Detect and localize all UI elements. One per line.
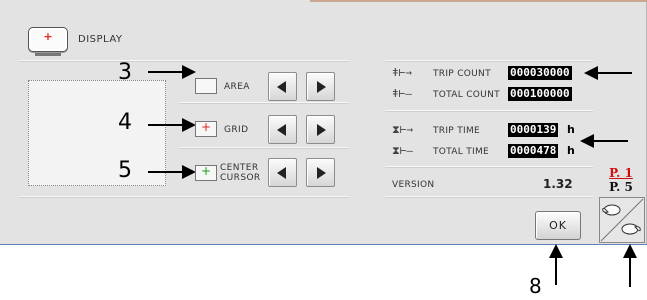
area-next-button[interactable] [306,72,335,101]
total-count-value: 000100000 [508,87,572,101]
callout-3: 3 [118,60,132,85]
callout-arrow [148,124,184,126]
center-cursor-swatch: + [195,164,217,181]
divider [385,196,593,198]
divider [385,166,593,168]
area-label: AREA [224,82,250,92]
divider [20,60,348,62]
divider [180,102,348,104]
total-time-value: 0000478 [508,144,559,158]
plus-icon: + [200,120,212,134]
total-time-unit: h [567,144,575,157]
grid-swatch: + [195,120,217,137]
total-time-label: TOTAL TIME [433,147,490,157]
page-title: DISPLAY [78,34,123,45]
callout-arrow [629,255,631,287]
grid-next-button[interactable] [306,115,335,144]
settings-screen: + DISPLAY 3 AREA 4 + GRID 5 + CENTER CUR… [0,0,647,245]
ok-button[interactable]: OK [535,211,581,240]
area-prev-button[interactable] [268,72,297,101]
callout-arrow [592,140,628,142]
hand-pointer-icon [599,197,645,243]
needle-total-icon: ǂ⊢— [392,87,412,100]
triangle-right-icon [317,81,326,93]
divider [180,147,348,149]
triangle-right-icon [317,124,326,136]
callout-arrow [148,171,184,173]
total-count-label: TOTAL COUNT [433,90,500,100]
needle-trip-icon: ǂ⊢→ [392,66,412,79]
callout-8: 8 [529,274,542,298]
grid-prev-button[interactable] [268,115,297,144]
grid-label: GRID [224,125,249,135]
trip-count-label: TRIP COUNT [433,69,491,79]
embroidery-frame-icon: + [28,27,68,56]
page-current: P. 1 [609,166,633,180]
trip-time-value: 0000139 [508,123,559,137]
plus-icon: + [200,164,212,178]
callout-5: 5 [118,158,132,183]
divider [385,110,593,112]
callout-arrow [555,255,557,285]
trip-time-unit: h [567,123,575,136]
hourglass-total-icon: ⧗⊢— [392,144,413,157]
area-swatch [195,78,217,94]
callout-arrow [596,72,632,74]
display-preview [28,80,166,186]
center-cursor-label: CENTER CURSOR [220,163,261,183]
callout-4: 4 [118,110,132,135]
triangle-left-icon [277,124,286,136]
divider [385,60,593,62]
callout-arrow [148,71,184,73]
version-value: 1.32 [543,177,573,191]
top-border [310,0,647,2]
triangle-left-icon [277,81,286,93]
divider [20,196,348,198]
center-cursor-prev-button[interactable] [268,158,297,187]
triangle-left-icon [277,167,286,179]
trip-time-label: TRIP TIME [433,126,480,136]
center-cursor-next-button[interactable] [306,158,335,187]
page-turn-button[interactable] [599,197,645,243]
page-total: P. 5 [609,180,633,194]
trip-count-value: 000030000 [508,66,572,80]
triangle-right-icon [317,167,326,179]
hourglass-trip-icon: ⧗⊢→ [392,123,413,136]
version-label: VERSION [392,180,435,190]
